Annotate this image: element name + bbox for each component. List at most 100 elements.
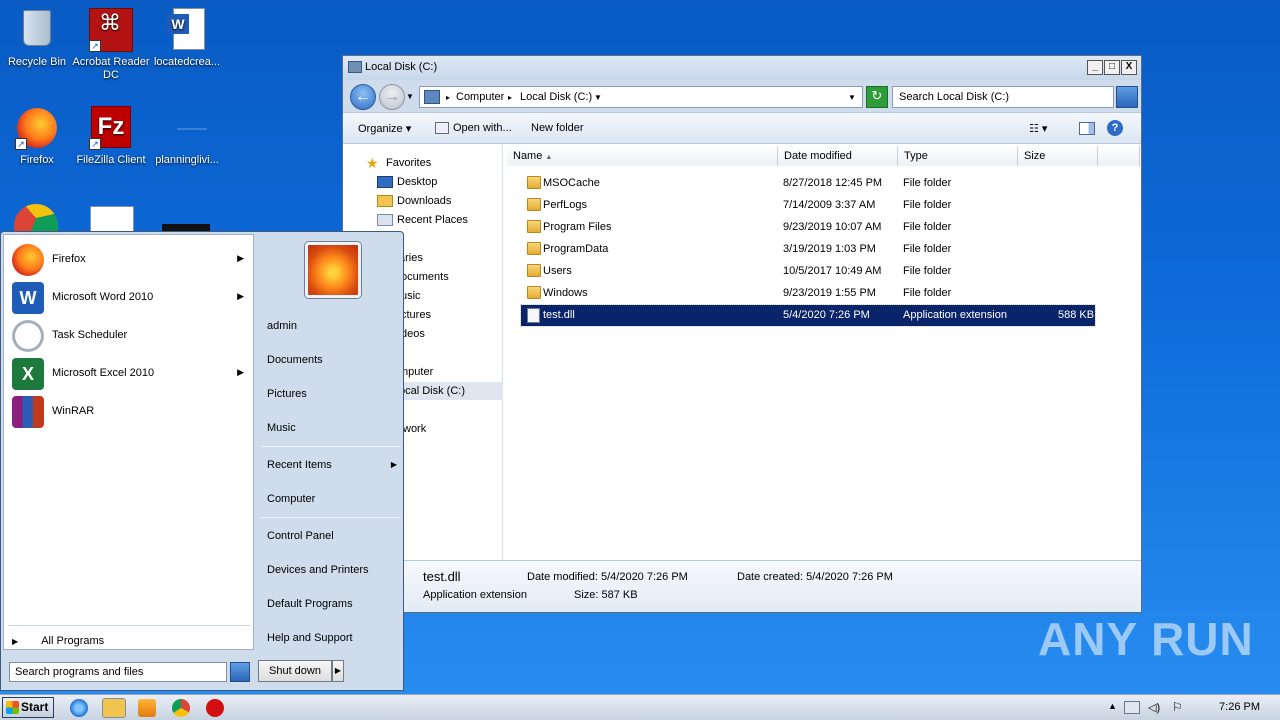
menu-documents[interactable]: Documents [267,354,323,366]
menu-admin[interactable]: admin [267,320,297,332]
content-area: ★ Favorites Desktop Downloads Recent Pla… [343,144,1141,560]
column-date-modified[interactable]: Date modified [778,146,898,166]
file-explorer-icon[interactable] [102,698,126,718]
start-button[interactable]: Start [2,697,54,718]
nav-downloads[interactable]: Downloads [343,192,503,210]
desktop-icon-acrobat[interactable]: ⌘ ↗ Acrobat Reader DC [72,8,150,82]
back-button[interactable]: ← [350,84,376,110]
shut-down-options-button[interactable]: ▶ [332,660,344,682]
submenu-arrow-icon: ▶ [237,253,244,263]
submenu-arrow-icon: ▶ [237,291,244,301]
nav-favorites[interactable]: ★ Favorites [343,154,503,172]
title-bar[interactable]: Local Disk (C:) _ □ X [343,56,1141,80]
file-row[interactable]: Windows 9/23/2019 1:55 PM File folder [521,283,1095,304]
menu-computer[interactable]: Computer [267,493,315,505]
menu-help-support[interactable]: Help and Support [267,632,353,644]
desktop-icon-filezilla[interactable]: Fz ↗ FileZilla Client [72,106,150,167]
recycle-bin-icon [15,8,59,52]
program-winrar[interactable]: WinRAR [10,393,250,429]
all-programs-button[interactable]: ▶ All Programs [12,635,104,647]
column-type[interactable]: Type [898,146,1018,166]
search-input[interactable]: Search Local Disk (C:) [892,86,1114,108]
preview-pane-icon[interactable] [1079,122,1095,135]
desktop-icon-planning[interactable]: planninglivi... [148,106,226,167]
program-firefox[interactable]: Firefox ▶ [10,241,250,277]
folder-icon [527,242,541,255]
breadcrumb-local-disk[interactable]: Local Disk (C:) [520,91,592,103]
flag-icon[interactable]: ⚐ [1172,700,1183,714]
file-row[interactable]: Program Files 9/23/2019 10:07 AM File fo… [521,217,1095,238]
address-dropdown[interactable]: ▼ [848,93,856,102]
start-menu: Firefox ▶ W Microsoft Word 2010 ▶ Task S… [0,231,404,691]
details-date-created: Date created: 5/4/2020 7:26 PM [737,571,893,583]
file-icon [165,106,209,150]
file-row-selected[interactable]: test.dll 5/4/2020 7:26 PM Application ex… [520,304,1096,327]
start-menu-programs: Firefox ▶ W Microsoft Word 2010 ▶ Task S… [3,234,254,650]
window-title: Local Disk (C:) [365,61,438,73]
nav-desktop[interactable]: Desktop [343,173,503,191]
new-folder-button[interactable]: New folder [531,122,584,134]
column-size[interactable]: Size [1018,146,1098,166]
organize-button[interactable]: Organize ▾ [358,122,411,135]
file-row[interactable]: PerfLogs 7/14/2009 3:37 AM File folder [521,195,1095,216]
shut-down-button[interactable]: Shut down [258,660,332,682]
file-row[interactable]: ProgramData 3/19/2019 1:03 PM File folde… [521,239,1095,260]
media-player-icon[interactable] [138,699,156,717]
network-icon[interactable] [1124,701,1140,714]
show-hidden-icons[interactable]: ▲ [1108,701,1117,711]
chrome-icon[interactable] [172,699,190,717]
menu-devices-printers[interactable]: Devices and Printers [267,564,369,576]
explorer-window: Local Disk (C:) _ □ X ← → ▼ ▸ Computer ▸… [342,55,1142,613]
clock[interactable]: 7:26 PM [1219,701,1260,713]
windows-logo-icon [6,701,19,714]
start-search-input[interactable]: Search programs and files [9,662,227,682]
word-document-icon [90,206,134,232]
menu-music[interactable]: Music [267,422,296,434]
acrobat-icon: ⌘ ↗ [89,8,133,52]
user-avatar[interactable] [305,242,361,298]
computer-icon [424,90,440,104]
folder-icon [527,176,541,189]
excel-icon: X [12,358,44,390]
volume-icon[interactable]: ◁) [1148,701,1160,714]
recent-places-icon [377,214,393,226]
desktop-icon-firefox[interactable]: ↗ Firefox [0,106,76,167]
menu-control-panel[interactable]: Control Panel [267,530,334,542]
menu-recent-items[interactable]: Recent Items ▶ [267,459,397,471]
stop-icon[interactable] [206,699,224,717]
anyrun-watermark: ANY RUN [1038,613,1254,665]
program-excel[interactable]: X Microsoft Excel 2010 ▶ [10,355,250,391]
desktop-icon-recycle-bin[interactable]: Recycle Bin [0,8,76,69]
maximize-button[interactable]: □ [1104,60,1120,75]
details-file-name: test.dll [423,569,461,584]
winrar-icon [12,396,44,428]
search-icon[interactable] [230,662,250,682]
file-row[interactable]: Users 10/5/2017 10:49 AM File folder [521,261,1095,282]
close-button[interactable]: X [1121,60,1137,75]
breadcrumb-computer[interactable]: Computer [456,91,504,103]
search-icon[interactable] [1116,86,1138,108]
filezilla-icon: Fz ↗ [89,106,133,150]
desktop-icon-word-doc[interactable]: W locatedcrea... [148,8,226,69]
menu-default-programs[interactable]: Default Programs [267,598,353,610]
help-icon[interactable]: ? [1107,120,1123,136]
forward-button[interactable]: → [379,84,405,110]
program-task-scheduler[interactable]: Task Scheduler [10,317,250,353]
internet-explorer-icon[interactable] [70,699,88,717]
refresh-button[interactable]: ↻ [866,86,888,108]
view-options-icon[interactable]: ☷ ▾ [1029,122,1047,135]
file-row[interactable]: MSOCache 8/27/2018 12:45 PM File folder [521,173,1095,194]
firefox-icon: ↗ [15,106,59,150]
downloads-icon [377,195,393,207]
program-word[interactable]: W Microsoft Word 2010 ▶ [10,279,250,315]
nav-recent-places[interactable]: Recent Places [343,211,503,229]
clock-icon [12,320,44,352]
open-with-button[interactable]: Open with... [453,122,512,134]
address-bar[interactable]: ▸ Computer ▸ Local Disk (C:) ▼ ▼ [419,86,863,108]
details-date-modified: Date modified: 5/4/2020 7:26 PM [527,571,688,583]
minimize-button[interactable]: _ [1087,60,1103,75]
menu-pictures[interactable]: Pictures [267,388,307,400]
file-list: Name ▲ Date modified Type Size MSOCache … [507,144,1141,560]
history-dropdown[interactable]: ▼ [406,92,414,101]
column-name[interactable]: Name ▲ [507,146,778,166]
